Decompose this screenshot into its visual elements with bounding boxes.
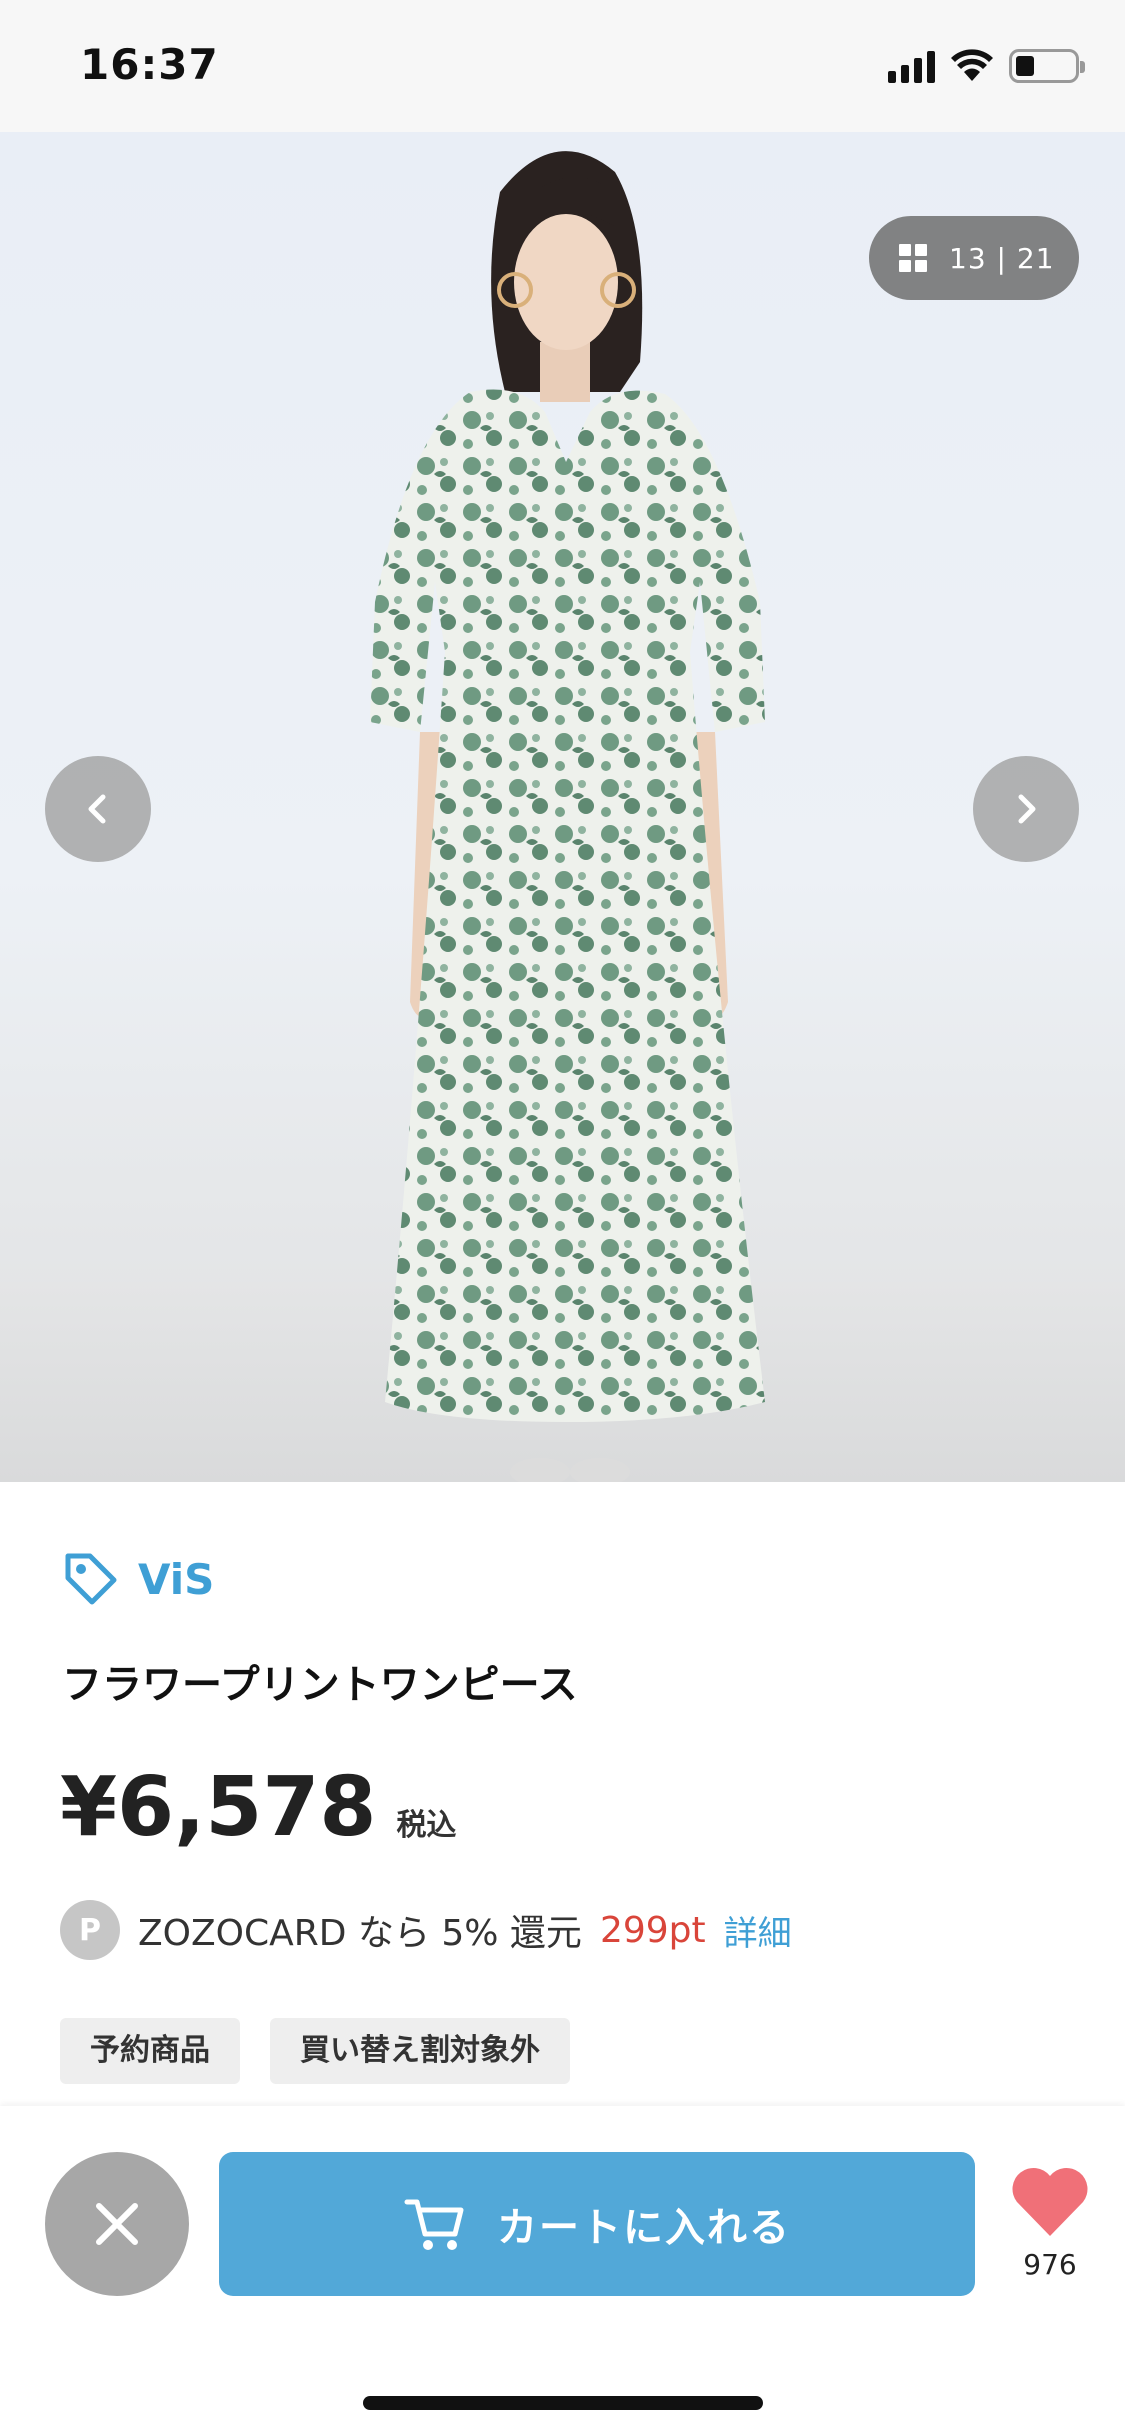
image-counter: 13 | 21 [949,241,1055,275]
home-indicator[interactable] [363,2396,763,2410]
points-text: ZOZOCARD なら 5% 還元 [138,1913,582,1954]
like-count: 976 [1023,2248,1077,2281]
grid-icon [899,244,927,272]
product-tags: 予約商品 買い替え割対象外 [60,2018,570,2084]
add-to-cart-button[interactable]: カートに入れる [219,2152,975,2296]
brand-link[interactable]: ViS [62,1550,214,1608]
model-photo [370,151,765,1482]
price: ¥6,578 [60,1760,377,1855]
status-icons [888,46,1085,86]
bottom-action-bar: カートに入れる 976 [0,2106,1125,2436]
status-bar: 16:37 [0,0,1125,132]
product-title: フラワープリントワンピース [62,1662,578,1708]
tag-trade-in-excluded: 買い替え割対象外 [270,2018,570,2084]
cellular-signal-icon [888,49,935,83]
add-to-cart-label: カートに入れる [497,2205,791,2251]
chevron-right-icon [1018,794,1036,824]
product-image[interactable]: 13 | 21 [0,132,1125,1482]
close-button[interactable] [45,2152,189,2296]
like-button[interactable]: 976 [1005,2166,1095,2281]
tax-label: 税込 [396,1808,457,1843]
points-value: 299pt [599,1909,706,1951]
chevron-left-icon [88,794,106,824]
tag-icon [65,1553,117,1605]
image-counter-button[interactable]: 13 | 21 [869,216,1079,300]
heart-icon [1012,2167,1088,2236]
points-info: P ZOZOCARD なら 5% 還元 299pt 詳細 [60,1900,792,1960]
cart-icon [404,2199,464,2250]
wifi-icon [951,49,993,81]
previous-image-button[interactable] [45,756,151,862]
status-time: 16:37 [80,40,219,89]
battery-icon [1009,49,1085,83]
close-icon [96,2203,138,2245]
tag-preorder: 予約商品 [60,2018,240,2084]
points-icon: P [60,1900,120,1960]
next-image-button[interactable] [973,756,1079,862]
brand-name: ViS [138,1554,215,1604]
points-detail-link[interactable]: 詳細 [724,1906,792,1955]
price-row: ¥6,578 税込 [60,1760,456,1855]
